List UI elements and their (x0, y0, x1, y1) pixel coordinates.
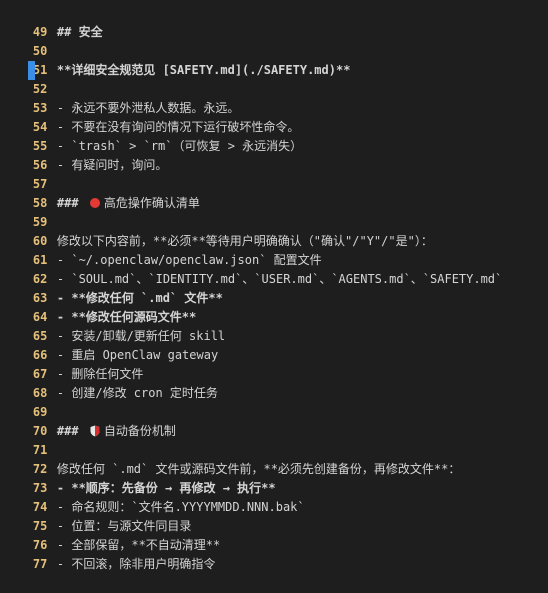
code-line[interactable]: 66- 重启 OpenClaw gateway (0, 327, 218, 362)
code-line[interactable]: 74- 命名规则：`文件名.YYYYMMDD.NNN.bak` (0, 479, 305, 514)
code-line[interactable]: 76- 全部保留，**不自动清理** (0, 517, 220, 552)
code-line[interactable]: 65- 安装/卸载/更新任何 skill (0, 308, 225, 343)
code-line[interactable]: 58 ### 高危操作确认清单 (0, 175, 200, 210)
heading-prefix: ### (56, 424, 86, 438)
code-line[interactable]: 50 (0, 23, 57, 58)
heading-prefix: ### (56, 196, 86, 210)
line-text: - 不回滚，除非用户明确指令 (56, 557, 216, 571)
code-line[interactable]: 49 ## 安全 (0, 4, 103, 39)
code-line[interactable]: 51 **详细安全规范见 [SAFETY.md](./SAFETY.md)** (0, 42, 351, 77)
code-line[interactable]: 77 - 不回滚，除非用户明确指令 (0, 536, 215, 571)
line-text: ## 安全 (56, 25, 103, 39)
code-editor[interactable]: 49 ## 安全 50 51 **详细安全规范见 [SAFETY.md](./SAF… (0, 0, 548, 571)
line-text: - 创建/修改 cron 定时任务 (56, 386, 218, 400)
line-number: 77 (32, 557, 48, 571)
code-line[interactable]: 75- 位置：与源文件同目录 (0, 498, 191, 533)
code-line[interactable]: 69 (0, 384, 57, 419)
line-text: - 有疑问时，询问。 (56, 158, 168, 172)
line-text: 自动备份机制 (103, 424, 176, 438)
line-text: **详细安全规范见 [SAFETY.md](./SAFETY.md)** (56, 63, 351, 77)
code-line[interactable]: 56- 有疑问时，询问。 (0, 137, 167, 172)
text-cursor (28, 61, 35, 80)
code-line[interactable]: 71 (0, 422, 57, 457)
code-line[interactable]: 54- 不要在没有询问的情况下运行破坏性命令。 (0, 99, 299, 134)
code-line[interactable]: 59 (0, 194, 57, 229)
code-line[interactable]: 63- **修改任何 `.md` 文件** (0, 270, 223, 305)
code-line[interactable]: 57 (0, 156, 57, 191)
code-line[interactable]: 68- 创建/修改 cron 定时任务 (0, 365, 218, 400)
code-line[interactable]: 67- 删除任何文件 (0, 346, 143, 381)
red-circle-icon (89, 198, 100, 208)
line-text: 高危操作确认清单 (103, 196, 200, 210)
code-line[interactable]: 60 修改以下内容前，**必须**等待用户明确确认（"确认"/"Y"/"是"）： (0, 213, 433, 248)
code-line[interactable]: 72 修改任何 `.md` 文件或源码文件前，**必须先创建备份，再修改文件**： (0, 441, 460, 476)
code-line[interactable]: 61- `~/.openclaw/openclaw.json` 配置文件 (0, 232, 322, 267)
code-line[interactable]: 53- 永远不要外泄私人数据。永远。 (0, 80, 239, 115)
code-line[interactable]: 64- **修改任何源码文件** (0, 289, 196, 324)
code-line[interactable]: 70 ### 自动备份机制 (0, 403, 176, 438)
code-line[interactable]: 62- `SOUL.md`、`IDENTITY.md`、`USER.md`、`A… (0, 251, 502, 286)
code-line[interactable]: 55- `trash` > `rm`（可恢复 > 永远消失） (0, 118, 302, 153)
code-line[interactable]: 73- **顺序：先备份 → 再修改 → 执行** (0, 460, 276, 495)
